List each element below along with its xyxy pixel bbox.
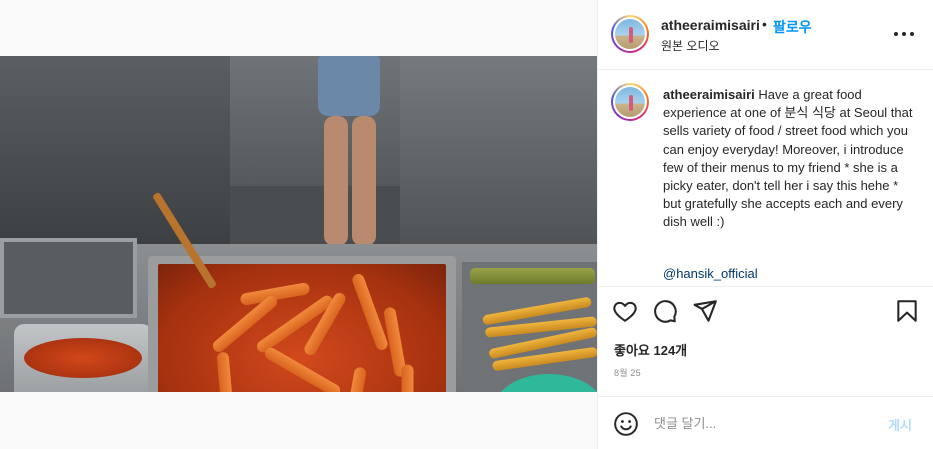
video-player[interactable]	[0, 56, 597, 392]
paper-plane-icon[interactable]	[692, 298, 720, 326]
caption: atheeraimisairi Have a great food experi…	[663, 86, 918, 232]
bookmark-icon[interactable]	[894, 298, 922, 326]
audio-link[interactable]: 원본 오디오	[661, 37, 720, 54]
header-username[interactable]: atheeraimisairi	[661, 17, 760, 33]
heart-icon[interactable]	[612, 298, 640, 326]
comment-bubble-icon[interactable]	[652, 298, 680, 326]
caption-text: Have a great food experience at one of 분…	[663, 87, 913, 230]
caption-avatar[interactable]	[611, 83, 649, 121]
caption-section: atheeraimisairi Have a great food experi…	[598, 71, 933, 287]
smiley-icon[interactable]	[613, 411, 639, 437]
mention-link[interactable]: @hansik_official	[663, 266, 758, 281]
post-header: atheeraimisairi • 팔로우 원본 오디오	[598, 0, 933, 70]
post-media	[0, 0, 597, 449]
caption-username[interactable]: atheeraimisairi	[663, 87, 755, 102]
comment-bar: 게시	[598, 396, 933, 449]
post-comment-button[interactable]: 게시	[888, 415, 912, 434]
comment-input[interactable]	[654, 412, 874, 434]
post-date[interactable]: 8월 25	[614, 366, 641, 379]
post-side-panel: atheeraimisairi • 팔로우 원본 오디오 atheeraimis…	[597, 0, 933, 449]
separator-dot: •	[762, 16, 767, 32]
likes-count[interactable]: 좋아요 124개	[614, 340, 687, 359]
video-frame	[0, 56, 597, 392]
avatar[interactable]	[611, 15, 649, 53]
action-bar	[598, 288, 933, 338]
follow-button[interactable]: 팔로우	[773, 17, 812, 37]
more-options-icon[interactable]	[894, 26, 914, 42]
